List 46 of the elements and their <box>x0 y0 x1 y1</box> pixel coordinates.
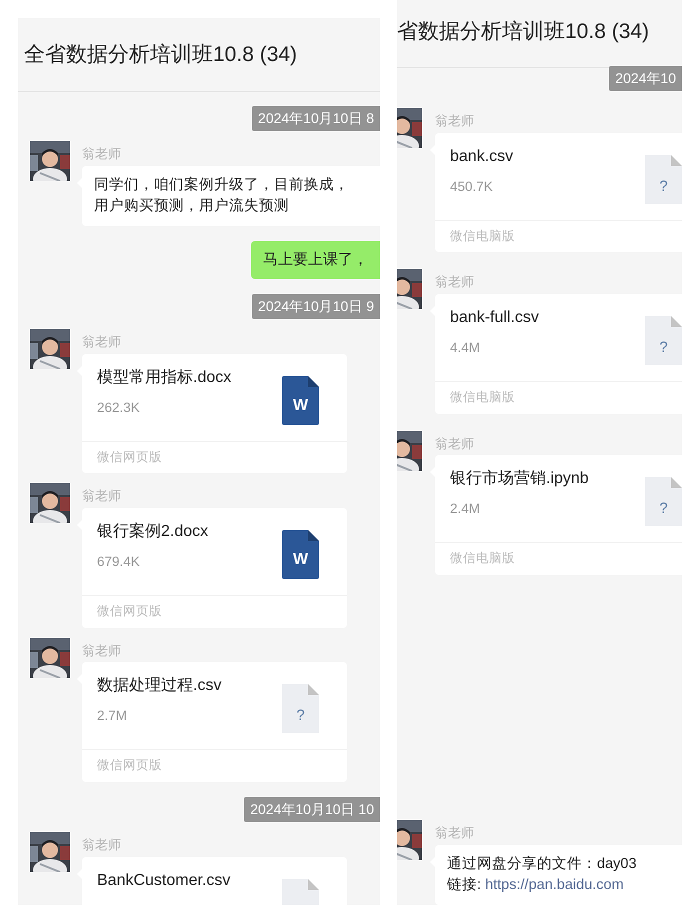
sender-name: 翁老师 <box>435 274 475 290</box>
file-name: bank.csv <box>450 146 514 167</box>
file-name: BankCustomer.csv <box>97 870 230 891</box>
sender-name: 翁老师 <box>82 837 122 853</box>
sender-name: 翁老师 <box>435 825 475 841</box>
chat-title: 省数据分析培训班10.8 (34) <box>397 19 650 45</box>
file-source: 微信电脑版 <box>435 220 682 252</box>
file-source: 微信网页版 <box>82 595 347 628</box>
file-size: 679.4K <box>97 553 141 572</box>
unknown-file-icon: ? <box>645 477 682 526</box>
file-size: 450.7K <box>450 178 494 196</box>
file-source: 微信电脑版 <box>435 380 682 414</box>
file-name: 模型常用指标.docx <box>97 368 232 388</box>
sender-name: 翁老师 <box>435 113 475 129</box>
sender-name: 翁老师 <box>82 334 122 350</box>
link-label: 链接: <box>447 876 482 893</box>
file-name: 银行市场营销.ipynb <box>450 468 589 490</box>
timestamp: 2024年10月10日 8 <box>252 106 380 131</box>
file-source: 微信网页版 <box>82 440 347 474</box>
unknown-file-icon: ? <box>282 684 319 734</box>
timestamp: 2024年10月10日 9 <box>252 294 380 320</box>
chat-title: 全省数据分析培训班10.8 (34) <box>24 42 298 68</box>
file-size: 262.3K <box>97 398 141 417</box>
message-bubble: 马上要上课了， <box>251 240 380 280</box>
sender-name: 翁老师 <box>82 488 122 504</box>
unknown-file-icon: ? <box>645 316 682 365</box>
word-file-icon: W <box>282 530 319 580</box>
message-text: 用户购买预测，用户流失预测 <box>94 196 290 216</box>
message-text: 同学们，咱们案例升级了，目前换成， <box>94 176 350 195</box>
sender-name: 翁老师 <box>82 146 122 162</box>
file-size: 2.7M <box>97 707 128 726</box>
file-source: 微信电脑版 <box>435 542 682 576</box>
file-name: 银行案例2.docx <box>97 521 208 542</box>
file-source: 微信网页版 <box>82 749 347 782</box>
share-link[interactable]: https://pan.baidu.com <box>485 876 624 893</box>
sender-name: 翁老师 <box>435 436 475 452</box>
file-name: 数据处理过程.csv <box>97 676 222 696</box>
file-size: 2.4M <box>450 500 482 518</box>
file-name: bank-full.csv <box>450 308 539 328</box>
unknown-file-icon: ? <box>645 154 682 204</box>
sender-name: 翁老师 <box>82 642 122 658</box>
file-size: 4.4M <box>450 338 482 357</box>
timestamp: 2024年10月10日 10 <box>244 797 380 822</box>
timestamp: 2024年10 <box>609 66 682 91</box>
message-text: 通过网盘分享的文件：day03 <box>447 854 638 874</box>
word-file-icon: W <box>282 376 319 425</box>
